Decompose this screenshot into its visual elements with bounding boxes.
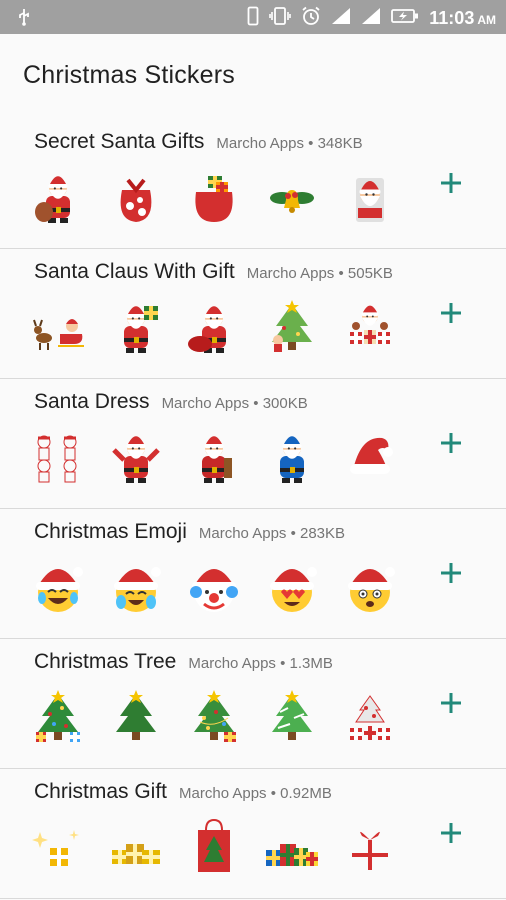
pack-author: Marcho Apps [216, 135, 304, 152]
add-pack-button[interactable] [432, 816, 470, 854]
app-bar: Christmas Stickers [0, 34, 506, 116]
sticker-santa-standing [202, 436, 232, 483]
pack-header: Santa Claus With Gift Marcho Apps • 505K… [34, 260, 393, 284]
plus-icon [440, 822, 462, 849]
pack-size: 0.92MB [280, 785, 332, 802]
add-pack-button[interactable] [432, 296, 470, 334]
sticker-santa-blue [280, 436, 304, 483]
sticker-santa-hat [350, 437, 393, 474]
sticker-santa-sleigh-reindeer [33, 319, 84, 350]
pack-header: Secret Santa Gifts Marcho Apps • 348KB [34, 130, 363, 154]
pack-size: 1.3MB [289, 655, 333, 672]
pack-meta: Marcho Apps • 300KB [161, 395, 308, 412]
sticker-tree-snowy [272, 690, 312, 740]
plus-icon [440, 692, 462, 719]
sticker-preview-row [30, 298, 398, 354]
sticker-pack-row[interactable]: Secret Santa Gifts Marcho Apps • 348KB [0, 118, 506, 249]
add-pack-button[interactable] [432, 166, 470, 204]
sticker-emoji-crying-laughing [114, 567, 161, 612]
sticker-santa-tree-kids [272, 300, 312, 352]
pack-name: Santa Claus With Gift [34, 260, 235, 283]
sticker-santa-carrying-sack [188, 306, 226, 353]
vibrate-icon [269, 6, 292, 31]
usb-icon [17, 8, 31, 31]
sticker-preview-row [30, 428, 398, 484]
sticker-gift-sparkle [32, 830, 79, 866]
sticker-red-gift-sack [120, 178, 152, 222]
status-time: 11:03 [429, 8, 475, 28]
signal-icon [361, 7, 381, 30]
sticker-pack-row[interactable]: Christmas Emoji Marcho Apps • 283KB [0, 508, 506, 639]
status-ampm: AM [477, 13, 496, 27]
pack-size: 283KB [300, 525, 346, 542]
plus-icon [440, 172, 462, 199]
sticker-emoji-shocked [348, 567, 395, 612]
sticker-preview-row [30, 818, 398, 874]
sticker-emoji-laughing-tears [36, 567, 83, 612]
battery-charging-icon [391, 8, 419, 29]
pack-author: Marcho Apps [179, 785, 267, 802]
sticker-santa-gift-sack [35, 176, 70, 223]
sticker-pack-row[interactable]: Santa Dress Marcho Apps • 300KB [0, 378, 506, 509]
pack-author: Marcho Apps [198, 525, 287, 542]
pack-header: Christmas Gift Marcho Apps • 0.92MB [34, 780, 332, 804]
sticker-gift-box-bow [352, 831, 388, 870]
sticker-santa-holding-gift [124, 306, 158, 353]
pack-meta: Marcho Apps • 283KB [198, 525, 346, 542]
alarm-icon [301, 6, 321, 31]
sticker-emoji-clown [190, 569, 238, 612]
pack-header: Christmas Emoji Marcho Apps • 283KB [34, 520, 345, 544]
sticker-preview-row [30, 168, 398, 224]
sticker-pack-row[interactable]: Christmas Gift Marcho Apps • 0.92MB [0, 768, 506, 899]
plus-icon [440, 302, 462, 329]
sticker-preview-row [30, 558, 398, 614]
pack-author: Marcho Apps [246, 265, 335, 282]
pack-name: Secret Santa Gifts [34, 130, 205, 153]
sticker-gift-pile-colorful [266, 844, 318, 866]
clock: 11:03 AM [429, 8, 496, 29]
sticker-preview-row [30, 688, 398, 744]
plus-icon [440, 432, 462, 459]
pack-meta: Marcho Apps • 348KB [216, 135, 363, 152]
sticker-gift-bag-tree [198, 818, 230, 872]
status-bar: 11:03 AM [0, 0, 506, 34]
sticker-gift-pile-gold [112, 844, 160, 864]
pack-meta: Marcho Apps • 0.92MB [179, 785, 332, 802]
pack-name: Christmas Gift [34, 780, 168, 803]
add-pack-button[interactable] [432, 686, 470, 724]
signal-icon [331, 7, 351, 30]
pack-meta: Marcho Apps • 505KB [246, 265, 393, 282]
sticker-santa-waving [112, 436, 160, 483]
pack-meta: Marcho Apps • 1.3MB [188, 655, 333, 672]
sticker-pack-row[interactable]: Santa Claus With Gift Marcho Apps • 505K… [0, 248, 506, 379]
pack-size: 348KB [317, 135, 363, 152]
pack-size: 505KB [347, 265, 393, 282]
sticker-santa-toys [350, 305, 390, 344]
add-pack-button[interactable] [432, 556, 470, 594]
plus-icon [440, 562, 462, 589]
sticker-emoji-heart-eyes [270, 567, 317, 612]
pack-header: Christmas Tree Marcho Apps • 1.3MB [34, 650, 333, 674]
sticker-pack-row[interactable]: Christmas Tree Marcho Apps • 1.3MB [0, 638, 506, 769]
pack-header: Santa Dress Marcho Apps • 300KB [34, 390, 308, 414]
sticker-tree-gifts [350, 695, 390, 740]
pack-name: Christmas Tree [34, 650, 177, 673]
sticker-tree-plain [116, 690, 156, 740]
pack-author: Marcho Apps [161, 395, 250, 412]
pack-name: Christmas Emoji [34, 520, 187, 543]
sticker-tree-decorated [36, 690, 80, 742]
sticker-santa-sack-red [195, 176, 233, 222]
phone-icon [247, 6, 259, 31]
sticker-santa-sketch [37, 435, 77, 483]
pack-author: Marcho Apps [188, 655, 276, 672]
add-pack-button[interactable] [432, 426, 470, 464]
sticker-bells-holly [270, 190, 314, 213]
page-title: Christmas Stickers [23, 61, 235, 89]
sticker-santa-peek [356, 178, 384, 222]
pack-name: Santa Dress [34, 390, 150, 413]
pack-size: 300KB [262, 395, 308, 412]
sticker-tree-lights [194, 690, 236, 742]
